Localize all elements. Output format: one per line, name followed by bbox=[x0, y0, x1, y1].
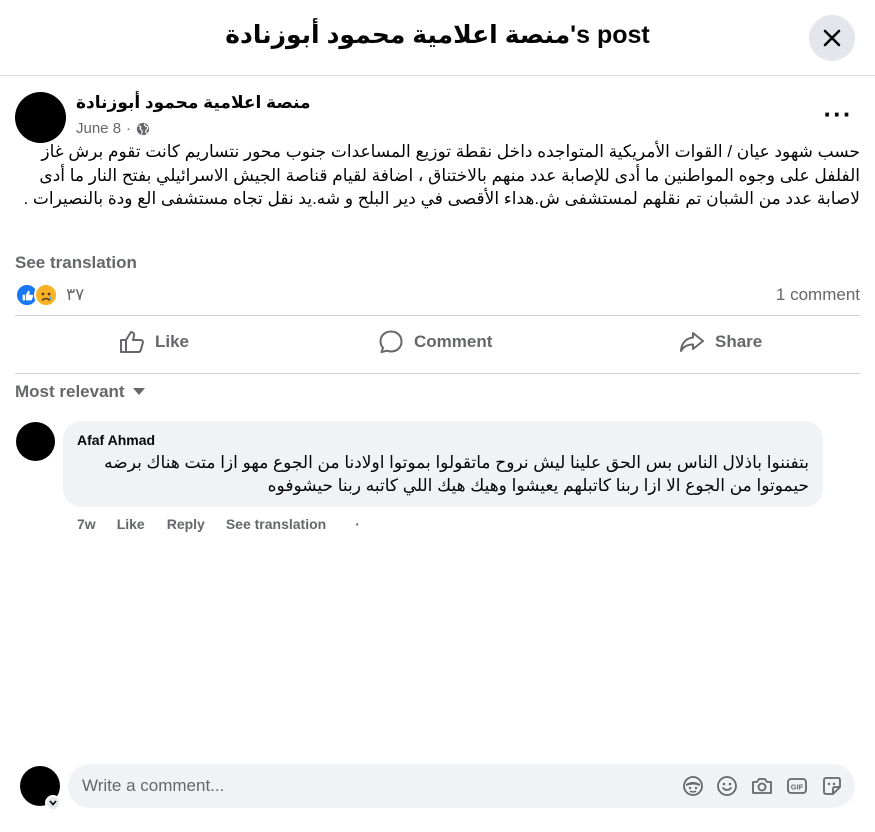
comment-see-translation[interactable]: See translation bbox=[226, 516, 326, 532]
divider bbox=[15, 373, 860, 374]
svg-text:GIF: GIF bbox=[791, 783, 804, 792]
share-icon bbox=[680, 332, 704, 352]
comment-like-button[interactable]: Like bbox=[117, 516, 145, 532]
more-options-icon: ··· bbox=[823, 99, 853, 129]
close-icon bbox=[823, 29, 841, 47]
close-button[interactable] bbox=[809, 15, 855, 61]
comment-reply-button[interactable]: Reply bbox=[167, 516, 205, 532]
commenter-avatar[interactable] bbox=[16, 422, 55, 461]
comment-count-link[interactable]: 1 comment bbox=[776, 285, 860, 305]
post-meta: June 8 · bbox=[76, 120, 150, 137]
comment-composer: GIF bbox=[68, 764, 855, 808]
post-text: حسب شهود عيان / القوات الأمريكية المتواج… bbox=[23, 142, 860, 208]
comment-icon bbox=[379, 330, 403, 354]
see-translation-link[interactable]: See translation bbox=[15, 253, 137, 273]
comment-actions: 7w Like Reply See translation · bbox=[77, 516, 360, 532]
like-icon bbox=[120, 331, 144, 353]
share-label: Share bbox=[715, 332, 763, 351]
comment-sort-dropdown[interactable]: Most relevant bbox=[15, 382, 145, 402]
commenter-name[interactable]: Afaf Ahmad bbox=[77, 432, 155, 448]
comment-text: بتفننوا باذلال الناس بس الحق علينا ليش ن… bbox=[104, 453, 809, 495]
post-author-name[interactable]: منصة اعلامية محمود أبوزنادة bbox=[76, 93, 311, 113]
caret-down-icon bbox=[132, 388, 145, 395]
post-options-button[interactable]: ··· bbox=[816, 98, 860, 130]
like-label: Like bbox=[155, 332, 190, 351]
sad-reaction-icon bbox=[34, 283, 58, 307]
emoji-icon[interactable] bbox=[715, 774, 739, 798]
comment-bubble: Afaf Ahmad بتفننوا باذلال الناس بس الحق … bbox=[63, 421, 823, 507]
post-author-avatar[interactable] bbox=[15, 92, 66, 143]
comment-time[interactable]: 7w bbox=[77, 516, 96, 532]
comment-button[interactable]: Comment bbox=[378, 322, 492, 362]
sticker-icon[interactable] bbox=[820, 774, 844, 798]
share-button[interactable]: Share bbox=[679, 322, 762, 362]
globe-icon bbox=[136, 122, 150, 135]
comment-label: Comment bbox=[414, 332, 493, 351]
meta-separator: · bbox=[126, 120, 132, 137]
avatar-sticker-icon[interactable] bbox=[681, 774, 705, 798]
post-date[interactable]: June 8 bbox=[76, 120, 121, 137]
sort-label: Most relevant bbox=[15, 382, 125, 401]
comment-input[interactable] bbox=[82, 764, 662, 808]
reaction-count: ٣٧ bbox=[66, 285, 85, 304]
dialog-header: منصة اعلامية محمود أبوزنادة's post bbox=[0, 0, 875, 76]
camera-icon[interactable] bbox=[750, 774, 774, 798]
profile-switch-chevron[interactable] bbox=[45, 795, 61, 811]
reaction-summary[interactable]: ٣٧ bbox=[15, 283, 84, 307]
gif-icon[interactable]: GIF bbox=[785, 774, 809, 798]
comment-dot: · bbox=[355, 516, 360, 532]
divider bbox=[15, 315, 860, 316]
dialog-title: منصة اعلامية محمود أبوزنادة's post bbox=[225, 21, 650, 49]
chevron-down-icon bbox=[49, 800, 57, 806]
like-button[interactable]: Like bbox=[119, 322, 189, 362]
